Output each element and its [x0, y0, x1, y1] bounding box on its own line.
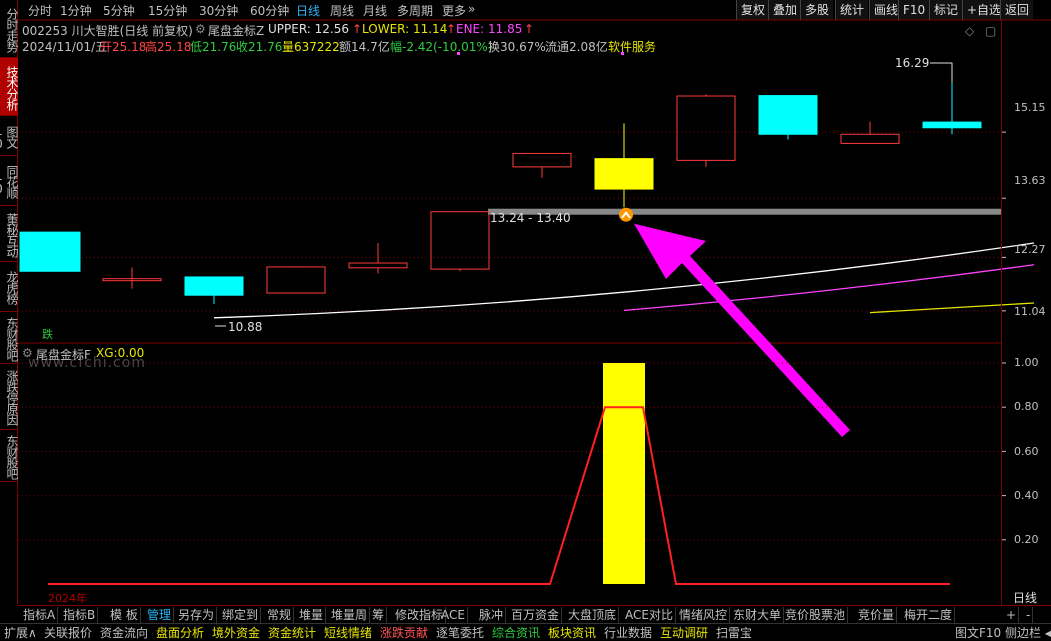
- candle-body: [840, 133, 900, 144]
- axis-tick-label: 0.60: [1014, 445, 1039, 458]
- signal-marker: [619, 207, 633, 222]
- candle-body: [512, 152, 572, 168]
- remove-tab-button[interactable]: -: [1024, 607, 1034, 623]
- axis-tick-label: 12.27: [1014, 243, 1046, 256]
- info-tab[interactable]: 资金统计: [266, 625, 318, 641]
- info-tab[interactable]: 扩展∧: [2, 625, 39, 641]
- info-tab[interactable]: 盘面分析: [154, 625, 206, 641]
- signal-dot: [621, 52, 624, 55]
- candle-body: [184, 276, 244, 296]
- indicator-tab[interactable]: 模 板: [108, 607, 141, 623]
- info-tab[interactable]: 关联报价: [42, 625, 94, 641]
- ma-magenta-line: [623, 264, 1035, 312]
- right-price-axis: 15.15 13.63 12.27 11.04 1.00 0.80 0.60 0.40 0.20: [1001, 20, 1051, 605]
- indicator-tab[interactable]: 堆量: [297, 607, 327, 623]
- indicator-tab[interactable]: 堆量周: [329, 607, 371, 623]
- indicator-tab[interactable]: ACE: [439, 607, 468, 623]
- watermark: www.cfchi.com: [28, 355, 146, 371]
- axis-tick-label: 0.40: [1014, 489, 1039, 502]
- drop-badge: 跌: [42, 328, 53, 341]
- axis-tick-label: 11.04: [1014, 305, 1046, 318]
- candle-body: [19, 231, 81, 272]
- indicator-tab[interactable]: 东财大单: [731, 607, 785, 623]
- info-tab[interactable]: 板块资讯: [546, 625, 598, 641]
- candle-body: [922, 121, 982, 129]
- info-tab[interactable]: 资金流向: [98, 625, 150, 641]
- axis-tick-label: 13.63: [1014, 174, 1046, 187]
- axis-tick-label: 15.15: [1014, 101, 1046, 114]
- period-label[interactable]: 日线: [1013, 589, 1037, 606]
- info-tab[interactable]: 综合资讯: [490, 625, 542, 641]
- indicator-tab[interactable]: 筹: [370, 607, 388, 623]
- year-label: 2024年: [48, 592, 87, 605]
- stock-chart-window: 分时走势技术分析图文10同花顺10董秘互动龙虎榜东财股吧涨跌停原因东财股吧 分时…: [0, 0, 1051, 641]
- axis-tick-label: 0.20: [1014, 533, 1039, 546]
- indicator-tab[interactable]: 百万资金: [509, 607, 563, 623]
- candle-body: [348, 262, 408, 269]
- add-tab-button[interactable]: +: [1004, 607, 1020, 623]
- chart-canvas[interactable]: [0, 0, 1051, 641]
- candle-body: [758, 95, 818, 135]
- high-label-arrow: [930, 62, 953, 83]
- info-tab[interactable]: 互动调研: [658, 625, 710, 641]
- indicator-tab[interactable]: 竞价股票池: [783, 607, 849, 623]
- zone-label: 13.24 - 13.40: [490, 211, 571, 225]
- info-tab[interactable]: 境外资金: [210, 625, 262, 641]
- highlight-arrow: [634, 223, 850, 437]
- info-tab[interactable]: 逐笔委托: [434, 625, 486, 641]
- candle-body: [676, 95, 736, 161]
- indicator-tab[interactable]: 脉冲: [477, 607, 507, 623]
- xg-signal-bar: [603, 363, 645, 584]
- indicator-tab[interactable]: 梅开二度: [902, 607, 956, 623]
- axis-tick-label: 1.00: [1014, 356, 1039, 369]
- side-panel-toggle[interactable]: 图文F10 侧边栏 ◀: [953, 625, 1051, 641]
- signal-dot: [457, 52, 460, 55]
- indicator-tab[interactable]: 管理: [145, 607, 175, 623]
- info-tab[interactable]: 短线情绪: [322, 625, 374, 641]
- info-tab[interactable]: 行业数据: [602, 625, 654, 641]
- indicator-tab[interactable]: 绑定到: [220, 607, 262, 623]
- candle-body: [594, 158, 654, 190]
- high-label: 16.29: [895, 56, 930, 70]
- axis-tick-label: 0.80: [1014, 400, 1039, 413]
- indicator-tab[interactable]: 指标A: [21, 607, 59, 623]
- info-tab[interactable]: 涨跌贡献: [378, 625, 430, 641]
- low-label: 10.88: [228, 320, 263, 334]
- indicator-tab[interactable]: 大盘顶底: [566, 607, 620, 623]
- info-tab[interactable]: 扫雷宝: [714, 625, 754, 641]
- indicator-tab[interactable]: 指标B: [61, 607, 99, 623]
- indicator-tab[interactable]: ACE对比: [623, 607, 676, 623]
- indicator-tab[interactable]: 情绪风控: [677, 607, 731, 623]
- indicator-tab[interactable]: 竞价量: [856, 607, 898, 623]
- candle-body: [430, 211, 490, 270]
- indicator-tab[interactable]: 常规: [265, 607, 295, 623]
- candle-body: [266, 266, 326, 294]
- indicator-tabs: 指标A 指标B 模 板管理 另存为 绑定到 常规 堆量 堆量周筹修改指标 ACE 脉冲 百万资金 大盘…: [18, 605, 1051, 623]
- info-tabs: 扩展∧ 关联报价 资金流向 盘面分析 境外资金 资金统计 短线情绪 涨跌贡献 逐笔委托 综合资讯板…: [0, 623, 1051, 641]
- indicator-tab[interactable]: 另存为: [176, 607, 218, 623]
